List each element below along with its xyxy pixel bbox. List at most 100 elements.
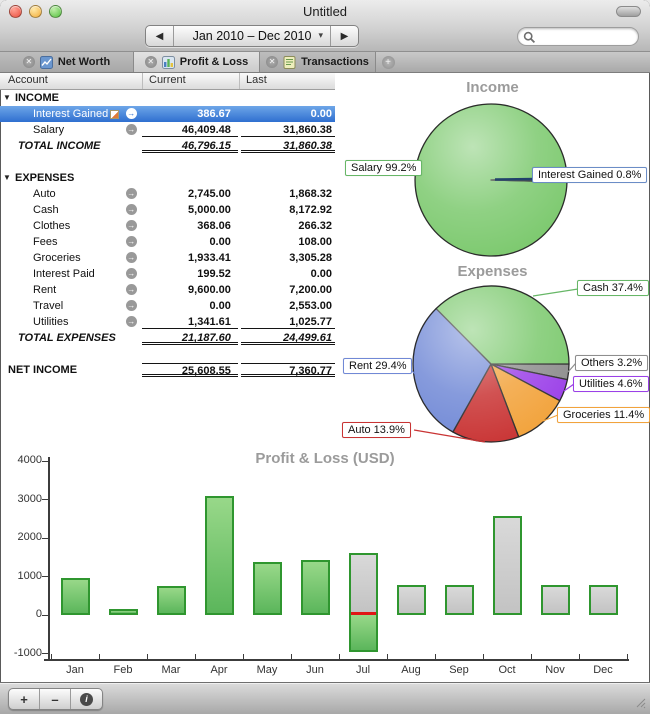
table-row[interactable]: Utilities→1,341.611,025.77	[0, 314, 335, 330]
account-label: Fees	[33, 236, 57, 248]
x-tick-label: Oct	[483, 664, 531, 676]
column-header-account[interactable]: Account	[0, 73, 143, 89]
current-value: 9,600.00	[142, 283, 238, 297]
profit-loss-chart-icon	[162, 56, 175, 69]
disclosure-triangle-icon[interactable]: ▼	[3, 93, 11, 102]
table-row[interactable]: Auto → 2,745.001,868.32	[0, 186, 335, 202]
next-period-button[interactable]: ▶	[331, 26, 358, 46]
y-tick-mark	[42, 538, 49, 539]
table-row[interactable]: Fees→0.00108.00	[0, 234, 335, 250]
table-row[interactable]: Rent→9,600.007,200.00	[0, 282, 335, 298]
pie-label-others: Others 3.2%	[575, 355, 648, 371]
x-tick-label: Jul	[339, 664, 387, 676]
drilldown-arrow-button[interactable]: →	[126, 236, 137, 247]
x-tick-label: Apr	[195, 664, 243, 676]
account-cell: ▼ EXPENSES	[0, 170, 142, 186]
current-value: 1,933.41	[142, 251, 238, 265]
table-spacer	[0, 154, 335, 170]
account-cell: Fees →	[0, 234, 142, 250]
account-cell: TOTAL INCOME	[0, 138, 142, 154]
disclosure-triangle-icon[interactable]: ▼	[3, 173, 11, 182]
add-account-button[interactable]: +	[9, 689, 40, 709]
table-row[interactable]: Groceries→1,933.413,305.28	[0, 250, 335, 266]
table-spacer	[0, 346, 335, 362]
x-tick-mark	[243, 654, 244, 659]
last-value: 7,200.00	[241, 283, 335, 297]
drilldown-arrow-button[interactable]: →	[126, 124, 137, 135]
drilldown-arrow-button[interactable]: →	[126, 284, 137, 295]
account-label: Cash	[33, 204, 59, 216]
y-tick-label: 3000	[0, 493, 42, 505]
search-input[interactable]	[538, 29, 634, 44]
table-row[interactable]: Travel→0.002,553.00	[0, 298, 335, 314]
y-tick-mark	[42, 576, 49, 577]
current-value: 5,000.00	[142, 203, 238, 217]
x-tick-mark	[339, 654, 340, 659]
column-header-current[interactable]: Current	[143, 73, 240, 89]
drilldown-arrow-button[interactable]: →	[126, 316, 137, 327]
tab-net-worth[interactable]: ✕ Net Worth	[0, 52, 134, 72]
x-tick-mark	[483, 654, 484, 659]
account-cell: Groceries→	[0, 250, 142, 266]
account-cell: TOTAL EXPENSES	[0, 330, 142, 346]
title-toolbar: Untitled ◀ Jan 2010 – Dec 2010 ▾ ▶	[0, 0, 650, 52]
bar-mar	[157, 586, 186, 615]
last-value: 1,868.32	[241, 187, 335, 201]
toolbar-toggle-button[interactable]	[616, 6, 641, 17]
x-tick-label: Nov	[531, 664, 579, 676]
last-value: 1,025.77	[241, 315, 335, 329]
drilldown-arrow-button[interactable]: →	[126, 300, 137, 311]
info-icon: i	[80, 693, 93, 706]
tab-bar: ✕ Net Worth ✕ Profit & Loss ✕	[0, 52, 650, 73]
resize-grip[interactable]	[633, 695, 647, 709]
add-tab-button[interactable]: +	[376, 52, 400, 72]
x-tick-label: Jan	[51, 664, 99, 676]
remove-account-button[interactable]: –	[40, 689, 71, 709]
previous-period-button[interactable]: ◀	[146, 26, 173, 46]
x-tick-mark	[531, 654, 532, 659]
x-axis	[44, 659, 629, 661]
table-row[interactable]: Salary→46,409.4831,860.38	[0, 122, 335, 138]
app-window: Untitled ◀ Jan 2010 – Dec 2010 ▾ ▶ ✕	[0, 0, 650, 714]
leader-line-interest-gained	[495, 179, 535, 180]
drilldown-arrow-button[interactable]: →	[126, 188, 137, 199]
current-value: 2,745.00	[142, 187, 238, 201]
drilldown-arrow-button[interactable]: →	[126, 220, 137, 231]
last-value	[241, 91, 335, 105]
bar-jan	[61, 578, 90, 615]
table-row[interactable]: Clothes→368.06266.32	[0, 218, 335, 234]
last-value: 2,553.00	[241, 299, 335, 313]
info-button[interactable]: i	[71, 689, 102, 709]
pie-charts-panel: Income Expenses Salary 99.2% Interest Ga…	[335, 72, 650, 445]
tab-profit-loss[interactable]: ✕ Profit & Loss	[134, 52, 260, 72]
drilldown-arrow-button[interactable]: →	[126, 204, 137, 215]
drilldown-arrow-button[interactable]: →	[126, 108, 137, 119]
close-tab-icon[interactable]: ✕	[266, 56, 278, 68]
y-tick-mark	[42, 461, 49, 462]
y-tick-label: 2000	[0, 531, 42, 543]
account-label: TOTAL INCOME	[18, 140, 101, 152]
y-tick-mark	[42, 615, 49, 616]
x-tick-mark	[291, 654, 292, 659]
account-label: Interest Gained	[33, 108, 108, 120]
close-tab-icon[interactable]: ✕	[23, 56, 35, 68]
column-header-last[interactable]: Last	[240, 73, 335, 89]
last-value: 0.00	[241, 267, 335, 281]
drilldown-arrow-button[interactable]: →	[126, 268, 137, 279]
table-row[interactable]: Interest Paid→199.520.00	[0, 266, 335, 282]
close-tab-icon[interactable]: ✕	[145, 56, 157, 68]
table-row[interactable]: Cash→5,000.008,172.92	[0, 202, 335, 218]
table-row[interactable]: Interest Gained→386.670.00	[0, 106, 335, 122]
bottom-bar: + – i	[0, 682, 650, 714]
account-label: Auto	[33, 188, 56, 200]
account-cell: ▼INCOME	[0, 90, 142, 106]
table-group-row: ▼INCOME	[0, 90, 335, 106]
date-range-dropdown[interactable]: Jan 2010 – Dec 2010 ▾	[173, 26, 331, 46]
account-label: EXPENSES	[15, 172, 74, 184]
current-value	[142, 171, 238, 185]
drilldown-arrow-button[interactable]: →	[126, 252, 137, 263]
bar-oct	[493, 516, 522, 615]
y-tick-label: -1000	[0, 647, 42, 659]
tab-transactions[interactable]: ✕ Transactions	[260, 52, 376, 72]
tab-label: Net Worth	[58, 56, 110, 68]
